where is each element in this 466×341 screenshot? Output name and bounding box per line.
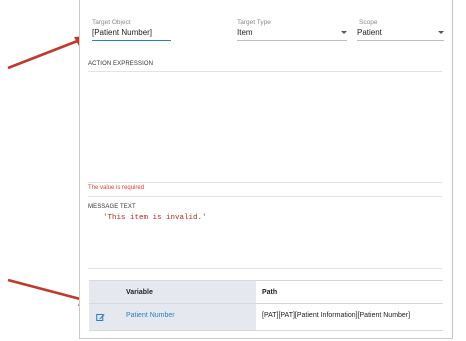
target-type-value: Item — [237, 28, 253, 37]
screenshot-page: Target Object [Patient Number] Target Ty… — [0, 0, 466, 341]
scope-underline — [357, 40, 444, 41]
target-object-underline — [92, 40, 171, 41]
message-text-bottom-divider — [88, 268, 442, 269]
action-expression-input[interactable] — [88, 73, 442, 181]
scope-label: Scope — [359, 19, 378, 26]
path-column-header: Path — [262, 289, 278, 296]
target-object-field[interactable]: Target Object [Patient Number] — [92, 19, 171, 41]
target-object-label: Target Object — [92, 19, 131, 26]
action-expression-label: ACTION EXPRESSION — [88, 61, 154, 67]
target-type-label: Target Type — [237, 19, 271, 26]
action-expression-top-divider — [88, 71, 442, 72]
message-text-top-divider — [88, 196, 442, 197]
scope-select[interactable]: Scope Patient — [357, 19, 444, 41]
target-object-value: [Patient Number] — [92, 28, 153, 37]
action-expression-bottom-divider — [88, 182, 442, 183]
variable-path: [PAT][PAT][Patient Information][Patient … — [262, 312, 411, 319]
target-type-select[interactable]: Target Type Item — [237, 19, 347, 41]
variables-table-left-column — [89, 281, 256, 330]
chevron-down-icon[interactable] — [341, 31, 347, 34]
target-type-underline — [237, 40, 347, 41]
message-text-label: MESSAGE TEXT — [88, 204, 136, 210]
action-expression-error: The value is required — [88, 185, 145, 191]
variable-column-header: Variable — [126, 289, 153, 296]
edit-icon[interactable] — [96, 313, 105, 322]
scope-value: Patient — [357, 28, 382, 37]
red-arrow-annotation-top — [7, 36, 88, 70]
variable-name-link[interactable]: Patient Number — [126, 312, 175, 319]
header-row-divider — [89, 303, 443, 304]
chevron-down-icon[interactable] — [438, 31, 444, 34]
variables-table: Variable Path Patient Number [PAT][PAT][… — [89, 280, 443, 331]
message-text-input[interactable]: 'This item is invalid.' — [103, 214, 207, 222]
